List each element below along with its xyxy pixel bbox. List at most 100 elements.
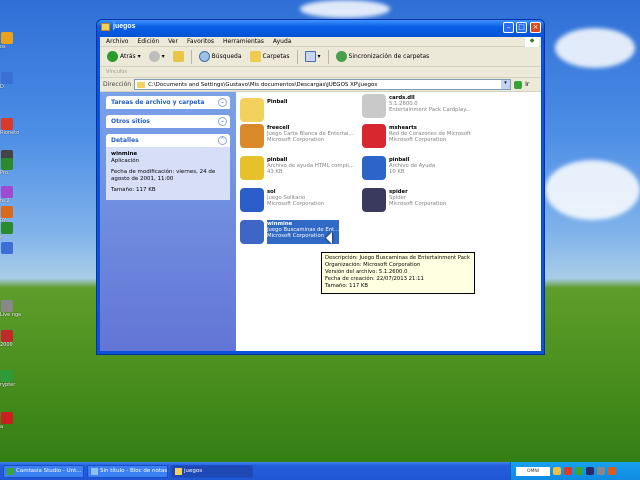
tooltip-line: Versión del archivo: 5.1.2600.0 (325, 269, 408, 275)
file-item[interactable]: freecell Juego Carta Blanca de Entertai..… (240, 124, 358, 148)
chevron-down-icon[interactable]: ⌄ (218, 98, 227, 107)
file-tooltip: Descripción: Juego Buscaminas de Enterta… (321, 252, 475, 294)
tray-icon[interactable] (586, 467, 594, 475)
desktop-icon[interactable]: e (0, 222, 22, 240)
back-button[interactable]: Atrás ▾ (104, 49, 144, 65)
go-button[interactable]: Ir (525, 81, 529, 88)
forward-arrow-icon (148, 51, 160, 62)
forward-button[interactable]: ▾ (146, 49, 168, 65)
desktop-app-icon (1, 242, 13, 254)
menu-edicion[interactable]: Edición (137, 38, 159, 45)
taskbar-item-juegos[interactable]: juegos (171, 464, 253, 478)
tray-icon[interactable] (597, 467, 605, 475)
file-item[interactable]: spider Spider Microsoft Corporation (362, 188, 480, 212)
details-name: winmine (111, 151, 138, 157)
file-icon (240, 124, 264, 148)
folders-button[interactable]: Carpetas (247, 49, 293, 65)
desktop-app-icon (1, 32, 13, 44)
tray-logo[interactable]: OMNI (516, 466, 550, 476)
file-item[interactable]: pinball Archivo de Ayuda 10 KB (362, 156, 480, 180)
search-button[interactable]: Búsqueda (196, 49, 245, 65)
file-tasks-panel: Tareas de archivo y carpeta ⌄ (106, 96, 230, 109)
title-bar[interactable]: juegos – □ × (97, 20, 544, 37)
file-item[interactable]: sol Juego Solitario Microsoft Corporation (240, 188, 358, 212)
views-button[interactable]: ▾ (302, 49, 324, 65)
desktop-app-icon (1, 412, 13, 424)
file-line2: Microsoft Corporation (267, 201, 325, 207)
file-name: Pinball (267, 99, 288, 105)
desktop-app-icon (1, 158, 13, 170)
tooltip-line: Fecha de creación: 22/07/2013 21:11 (325, 276, 424, 282)
file-item[interactable]: Pinball (240, 98, 358, 122)
other-sites-header[interactable]: Otros sitios ⌄ (106, 115, 230, 128)
back-label: Atrás (120, 53, 136, 60)
file-item[interactable]: cards.dll 5.1.2600.0 Entertainment Pack Ca… (362, 94, 480, 118)
chevron-down-icon[interactable]: ▾ (138, 53, 141, 60)
desktop-icon[interactable]: Live nge (0, 300, 22, 318)
desktop-icon[interactable]: os (0, 32, 22, 50)
window-title: juegos (113, 23, 136, 30)
chevron-down-icon[interactable]: ▾ (318, 53, 321, 60)
file-item[interactable]: pinball Archivo de ayuda HTML compil... 43… (240, 156, 358, 180)
taskbar-item-camtasia[interactable]: Camtasia Studio - Unt... (3, 464, 84, 478)
mouse-cursor-icon (320, 232, 332, 244)
desktop-app-icon (1, 206, 13, 218)
explorer-window: juegos – □ × Archivo Edición Ver Favorit… (96, 19, 545, 355)
file-line2: Microsoft Corporation (389, 201, 447, 207)
sync-folders-button[interactable]: Sincronización de carpetas (333, 49, 433, 65)
desktop-app-icon (1, 118, 13, 130)
desktop-icon-label: D (0, 84, 4, 90)
tray-icon[interactable] (608, 467, 616, 475)
menu-favoritos[interactable]: Favoritos (187, 38, 214, 45)
desktop-icon[interactable]: 2000 (0, 330, 22, 348)
file-item[interactable]: mshearts Red de Corazones de Microsoft Mic… (362, 124, 480, 148)
desktop-icon[interactable]: D (0, 72, 22, 90)
maximize-button[interactable]: □ (516, 22, 527, 33)
toolbar-separator (327, 49, 329, 64)
menu-herramientas[interactable]: Herramientas (223, 38, 264, 45)
tray-icon[interactable] (553, 467, 561, 475)
minimize-button[interactable]: – (503, 22, 514, 33)
other-sites-title: Otros sitios (111, 118, 150, 125)
desktop-icon[interactable]: Pro (0, 158, 22, 176)
desktop-icon[interactable]: a (0, 412, 22, 430)
file-icon (240, 188, 264, 212)
file-icon (240, 220, 264, 244)
menu-ayuda[interactable]: Ayuda (273, 38, 292, 45)
up-button[interactable] (170, 49, 187, 65)
chevron-down-icon[interactable]: ▾ (501, 80, 511, 89)
tooltip-line: Descripción: Juego Buscaminas de Enterta… (325, 255, 470, 261)
desktop-icon[interactable]: te 2 (0, 186, 22, 204)
links-bar[interactable]: Vínculos (100, 67, 541, 78)
file-list[interactable]: Pinball cards.dll 5.1.2600.0 Entertainment … (236, 92, 541, 351)
chevron-up-icon[interactable]: ⌃ (218, 136, 227, 145)
desktop-app-icon (1, 370, 13, 382)
go-arrow-icon[interactable] (514, 80, 523, 89)
tooltip-line: Organización: Microsoft Corporation (325, 262, 421, 268)
menu-archivo[interactable]: Archivo (106, 38, 128, 45)
cloud (300, 0, 390, 18)
details-header[interactable]: Detalles ⌃ (106, 134, 230, 147)
taskbar-item-notepad[interactable]: Sin título - Bloc de notas (87, 464, 168, 478)
toolbar: Atrás ▾ ▾ Búsqueda Carpetas ▾ Sincroniza… (100, 47, 541, 67)
file-text: cards.dll 5.1.2600.0 Entertainment Pack Ca… (389, 94, 471, 118)
details-size: Tamaño: 117 KB (111, 187, 156, 193)
address-value: C:\Documents and Settings\Gustavo\Mis do… (148, 81, 378, 88)
menu-ver[interactable]: Ver (168, 38, 178, 45)
file-text: spider Spider Microsoft Corporation (389, 188, 446, 212)
desktop-icon[interactable] (0, 242, 22, 254)
tray-icon[interactable] (575, 467, 583, 475)
desktop-app-icon (1, 72, 13, 84)
file-item[interactable]: winmine Juego Buscaminas de Ent... Microso… (240, 220, 358, 244)
desktop-icon[interactable]: Rioneto (0, 118, 22, 136)
chevron-down-icon[interactable]: ▾ (162, 53, 165, 60)
address-input[interactable]: C:\Documents and Settings\Gustavo\Mis do… (134, 79, 512, 90)
chevron-down-icon[interactable]: ⌄ (218, 117, 227, 126)
desktop-icon[interactable]: rypter (0, 370, 22, 388)
file-icon (240, 98, 264, 122)
details-modified: Fecha de modificación: viernes, 24 de ag… (111, 169, 216, 182)
desktop-icon-label: Rioneto (0, 130, 20, 136)
tray-icon[interactable] (564, 467, 572, 475)
file-tasks-header[interactable]: Tareas de archivo y carpeta ⌄ (106, 96, 230, 109)
close-button[interactable]: × (530, 22, 541, 33)
